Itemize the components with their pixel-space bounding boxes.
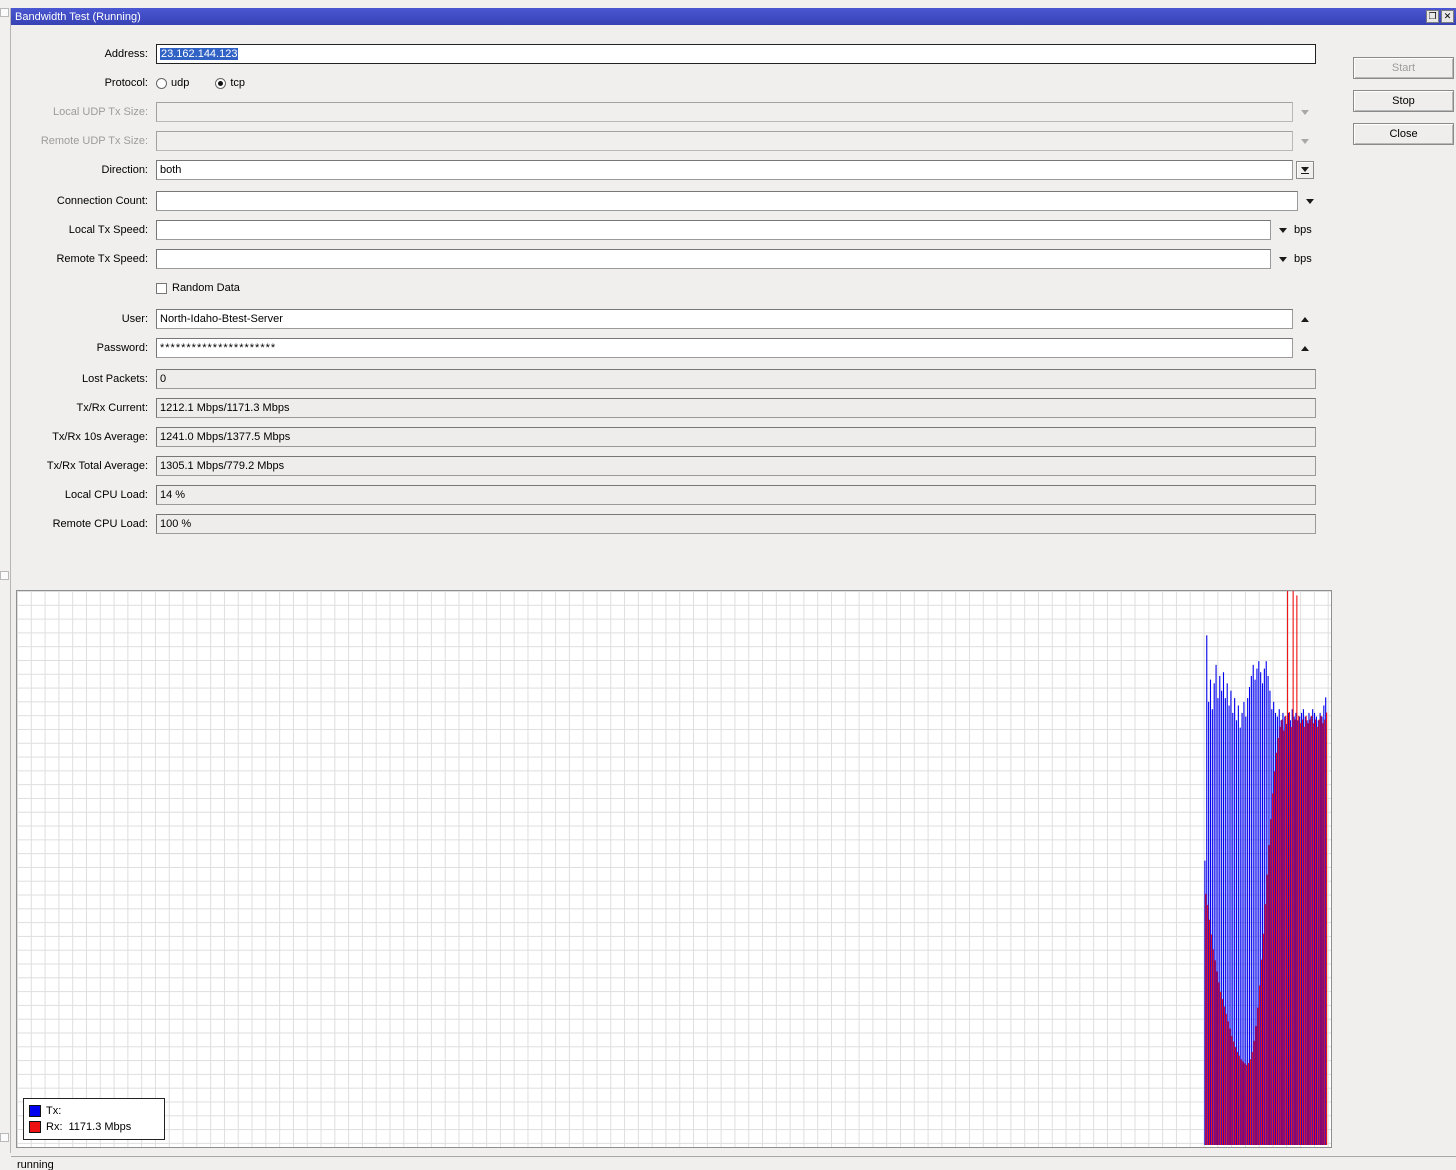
chevron-down-icon (1301, 138, 1309, 144)
tx-swatch-icon (29, 1105, 41, 1117)
local-udp-tx-size-label: Local UDP Tx Size: (53, 106, 148, 118)
address-row: Address: 23.162.144.123 (11, 44, 1456, 64)
local-cpu-load-label: Local CPU Load: (64, 489, 148, 501)
remote-tx-speed-row: Remote Tx Speed: bps (11, 249, 1456, 269)
tx-rx-10s-average-row: Tx/Rx 10s Average: 1241.0 Mbps/1377.5 Mb… (11, 427, 1456, 447)
local-tx-speed-row: Local Tx Speed: bps (11, 220, 1456, 240)
connection-count-input[interactable] (156, 191, 1298, 211)
chevron-up-icon[interactable] (1301, 345, 1309, 351)
start-button: Start (1353, 57, 1454, 79)
tx-rx-total-average-row: Tx/Rx Total Average: 1305.1 Mbps/779.2 M… (11, 456, 1456, 476)
legend-rx-value: 1171.3 Mbps (68, 1121, 132, 1133)
stop-button[interactable]: Stop (1353, 90, 1454, 112)
background-window-fragment (0, 8, 9, 17)
legend-rx-row: Rx: 1171.3 Mbps (29, 1119, 159, 1135)
local-cpu-load-value: 14 % (156, 485, 1316, 505)
tx-rx-total-average-label: Tx/Rx Total Average: (46, 460, 148, 472)
legend-tx-label: Tx: (46, 1105, 62, 1117)
protocol-udp-label: udp (171, 77, 190, 89)
direction-input[interactable]: both (156, 160, 1293, 180)
random-data-row: Random Data (11, 278, 1456, 298)
dropdown-bar-icon (1301, 172, 1309, 174)
background-window-fragment (0, 1133, 9, 1142)
background-window-fragment (0, 571, 9, 580)
remote-tx-speed-label: Remote Tx Speed: (56, 253, 148, 265)
remote-udp-tx-size-input (156, 131, 1293, 151)
local-tx-speed-label: Local Tx Speed: (68, 224, 148, 236)
local-tx-speed-input[interactable] (156, 220, 1271, 240)
direction-row: Direction: both (11, 160, 1456, 180)
remote-tx-speed-unit: bps (1294, 253, 1312, 265)
lost-packets-label: Lost Packets: (81, 373, 148, 385)
chevron-down-icon (1301, 109, 1309, 115)
dialog-body: Address: 23.162.144.123 Protocol: udp tc… (11, 25, 1456, 1170)
password-label: Password: (96, 342, 148, 354)
tx-rx-current-label: Tx/Rx Current: (76, 402, 148, 414)
bandwidth-graph: Tx: Rx: 1171.3 Mbps (16, 590, 1332, 1148)
status-bar: running (11, 1156, 1456, 1170)
graph-legend: Tx: Rx: 1171.3 Mbps (23, 1098, 165, 1140)
address-selected-text: 23.162.144.123 (160, 48, 239, 60)
protocol-tcp-label: tcp (230, 77, 246, 89)
local-udp-tx-size-input (156, 102, 1293, 122)
local-tx-speed-unit: bps (1294, 224, 1312, 236)
protocol-udp-radio[interactable] (156, 77, 167, 89)
user-row: User: North-Idaho-Btest-Server (11, 309, 1456, 329)
legend-tx-row: Tx: (29, 1103, 159, 1119)
remote-cpu-load-label: Remote CPU Load: (52, 518, 148, 530)
protocol-row: Protocol: udp tcp (11, 73, 1456, 93)
user-input[interactable]: North-Idaho-Btest-Server (156, 309, 1293, 329)
background-window-strip (0, 0, 10, 1153)
tx-rx-current-value: 1212.1 Mbps/1171.3 Mbps (156, 398, 1316, 418)
lost-packets-value: 0 (156, 369, 1316, 389)
connection-count-row: Connection Count: (11, 191, 1456, 211)
address-label: Address: (104, 48, 148, 60)
chevron-down-icon (1301, 166, 1309, 172)
remote-tx-speed-input[interactable] (156, 249, 1271, 269)
close-button[interactable]: Close (1353, 123, 1454, 145)
bandwidth-test-window: Bandwidth Test (Running) ❐ ✕ Address: 23… (10, 8, 1456, 1170)
chevron-down-icon[interactable] (1279, 227, 1287, 233)
protocol-tcp-radio[interactable] (215, 77, 227, 89)
local-udp-tx-size-row: Local UDP Tx Size: (11, 102, 1456, 122)
random-data-checkbox[interactable] (156, 282, 167, 294)
remote-cpu-load-value: 100 % (156, 514, 1316, 534)
bandwidth-graph-svg (1204, 591, 1328, 1145)
rx-swatch-icon (29, 1121, 41, 1133)
direction-label: Direction: (101, 164, 148, 176)
remote-udp-tx-size-label: Remote UDP Tx Size: (40, 135, 148, 147)
title-bar[interactable]: Bandwidth Test (Running) ❐ ✕ (11, 8, 1456, 25)
direction-dropdown-button[interactable] (1296, 161, 1314, 179)
status-text: running (17, 1159, 54, 1170)
window-title: Bandwidth Test (Running) (15, 10, 141, 23)
tx-rx-10s-average-value: 1241.0 Mbps/1377.5 Mbps (156, 427, 1316, 447)
chevron-down-icon[interactable] (1306, 198, 1314, 204)
local-cpu-load-row: Local CPU Load: 14 % (11, 485, 1456, 505)
password-input[interactable]: ********************** (156, 338, 1293, 358)
remote-cpu-load-row: Remote CPU Load: 100 % (11, 514, 1456, 534)
legend-rx-label: Rx: (46, 1121, 63, 1133)
chevron-up-icon[interactable] (1301, 316, 1309, 322)
restore-icon[interactable]: ❐ (1426, 10, 1439, 23)
lost-packets-row: Lost Packets: 0 (11, 369, 1456, 389)
tx-rx-10s-average-label: Tx/Rx 10s Average: (52, 431, 148, 443)
close-icon[interactable]: ✕ (1441, 10, 1454, 23)
connection-count-label: Connection Count: (56, 195, 148, 207)
chevron-down-icon[interactable] (1279, 256, 1287, 262)
remote-udp-tx-size-row: Remote UDP Tx Size: (11, 131, 1456, 151)
address-input[interactable]: 23.162.144.123 (156, 44, 1316, 64)
tx-rx-current-row: Tx/Rx Current: 1212.1 Mbps/1171.3 Mbps (11, 398, 1456, 418)
protocol-label: Protocol: (104, 77, 148, 89)
tx-rx-total-average-value: 1305.1 Mbps/779.2 Mbps (156, 456, 1316, 476)
password-row: Password: ********************** (11, 338, 1456, 358)
random-data-label: Random Data (172, 282, 240, 294)
user-label: User: (121, 313, 148, 325)
